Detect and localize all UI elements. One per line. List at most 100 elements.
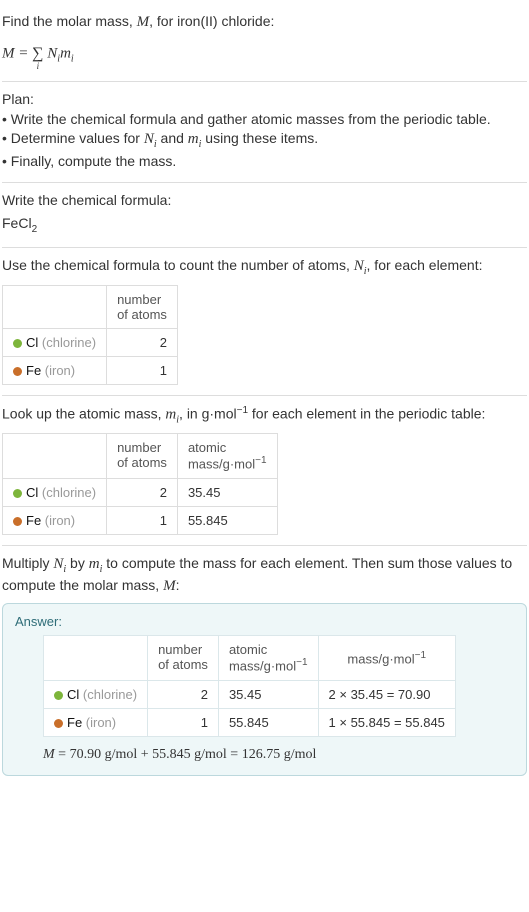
text: atomic [188, 440, 226, 455]
cell-natoms: 2 [107, 328, 178, 356]
text: , for iron(II) chloride: [149, 13, 274, 29]
dot-icon [54, 719, 63, 728]
text: mass/g·mol [229, 659, 296, 674]
mass-table: number of atoms atomic mass/g·mol−1 Cl (… [2, 433, 278, 534]
multiply-heading: Multiply Ni by mi to compute the mass fo… [2, 554, 527, 598]
exp: −1 [415, 650, 426, 661]
text: of atoms [117, 307, 167, 322]
formula-sub: 2 [32, 224, 38, 235]
cell-natoms: 1 [107, 506, 178, 534]
formula-heading: Write the chemical formula: [2, 191, 527, 211]
dot-icon [13, 517, 22, 526]
cell-amass: 55.845 [218, 708, 318, 736]
element-symbol: Fe [26, 363, 41, 378]
text: by [66, 555, 89, 571]
formula-text: FeCl [2, 215, 32, 231]
th-empty [3, 434, 107, 478]
th-mass: mass/g·mol−1 [318, 636, 455, 680]
element-name: (iron) [41, 363, 75, 378]
var-N: N [53, 556, 63, 572]
var-M: M [2, 45, 15, 61]
text: of atoms [158, 657, 208, 672]
var-M: M [43, 747, 55, 762]
var-m: m [89, 556, 100, 572]
plan-bullet-1: • Write the chemical formula and gather … [2, 110, 527, 130]
text: number [158, 642, 202, 657]
element-symbol: Fe [67, 715, 82, 730]
cell-mass-calc: 1 × 55.845 = 55.845 [318, 708, 455, 736]
text: Look up the atomic mass, [2, 405, 165, 421]
text: number [117, 292, 161, 307]
plan-section: Plan: • Write the chemical formula and g… [2, 82, 527, 183]
text: Find the molar mass, [2, 13, 137, 29]
mass-section: Look up the atomic mass, mi, in g·mol−1 … [2, 396, 527, 546]
text: : [176, 577, 180, 593]
cell-mass-calc: 2 × 35.45 = 70.90 [318, 680, 455, 708]
cell-element-fe: Fe (iron) [3, 506, 107, 534]
sub-i: i [71, 53, 74, 64]
plan-bullet-3: • Finally, compute the mass. [2, 152, 527, 172]
table-row: Fe (iron) 1 55.845 1 × 55.845 = 55.845 [44, 708, 456, 736]
var-M: M [163, 578, 176, 594]
var-M: M [137, 14, 150, 30]
element-name: (iron) [41, 513, 75, 528]
element-symbol: Cl [67, 687, 79, 702]
text: mass/g·mol [347, 651, 414, 666]
answer-label: Answer: [15, 614, 514, 629]
th-atomic-mass: atomic mass/g·mol−1 [177, 434, 277, 478]
count-table: number of atoms Cl (chlorine) 2 Fe (iron… [2, 285, 178, 385]
chemical-formula: FeCl2 [2, 214, 527, 237]
element-name: (chlorine) [38, 485, 96, 500]
cell-element-fe: Fe (iron) [3, 356, 107, 384]
text: , for each element: [367, 257, 483, 273]
exp: −1 [255, 455, 266, 466]
table-row: Cl (chlorine) 2 35.45 2 × 35.45 = 70.90 [44, 680, 456, 708]
element-name: (chlorine) [38, 335, 96, 350]
var-m: m [60, 45, 71, 61]
text: for each element in the periodic table: [248, 405, 485, 421]
table-header-row: number of atoms atomic mass/g·mol−1 mass… [44, 636, 456, 680]
cell-element-cl: Cl (chlorine) [3, 478, 107, 506]
table-row: Cl (chlorine) 2 [3, 328, 178, 356]
dot-icon [54, 691, 63, 700]
cell-amass: 35.45 [177, 478, 277, 506]
dot-icon [13, 367, 22, 376]
page: Find the molar mass, M, for iron(II) chl… [0, 0, 529, 794]
text: mass/g·mol [188, 457, 255, 472]
cell-element-cl: Cl (chlorine) [3, 328, 107, 356]
intro-equation: M = ∑i Nimi [2, 37, 527, 71]
dot-icon [13, 339, 22, 348]
table-header-row: number of atoms atomic mass/g·mol−1 [3, 434, 278, 478]
plan-bullet-2: • Determine values for Ni and mi using t… [2, 129, 527, 152]
th-atoms: number of atoms [107, 285, 178, 328]
cell-amass: 55.845 [177, 506, 277, 534]
formula-section: Write the chemical formula: FeCl2 [2, 183, 527, 248]
table-row: Fe (iron) 1 [3, 356, 178, 384]
table-row: Fe (iron) 1 55.845 [3, 506, 278, 534]
cell-amass: 35.45 [218, 680, 318, 708]
text: using these items. [201, 130, 318, 146]
var-N: N [47, 45, 57, 61]
th-atomic-mass: atomic mass/g·mol−1 [218, 636, 318, 680]
var-m: m [188, 131, 199, 147]
count-heading: Use the chemical formula to count the nu… [2, 256, 527, 279]
th-empty [44, 636, 148, 680]
cell-natoms: 1 [107, 356, 178, 384]
exp: −1 [237, 405, 248, 416]
text: , in g·mol [179, 405, 237, 421]
element-symbol: Cl [26, 335, 38, 350]
dot-icon [13, 489, 22, 498]
element-symbol: Cl [26, 485, 38, 500]
table-row: Cl (chlorine) 2 35.45 [3, 478, 278, 506]
text: and [157, 130, 188, 146]
exp: −1 [296, 657, 307, 668]
text: • Determine values for [2, 130, 144, 146]
var-m: m [165, 406, 176, 422]
element-name: (chlorine) [79, 687, 137, 702]
text: atomic [229, 642, 267, 657]
answer-table: number of atoms atomic mass/g·mol−1 mass… [43, 635, 456, 736]
th-atoms: number of atoms [148, 636, 219, 680]
final-text: = 70.90 g/mol + 55.845 g/mol = 126.75 g/… [55, 747, 317, 762]
var-N: N [354, 258, 364, 274]
answer-box: Answer: number of atoms atomic mass/g·mo… [2, 603, 527, 775]
